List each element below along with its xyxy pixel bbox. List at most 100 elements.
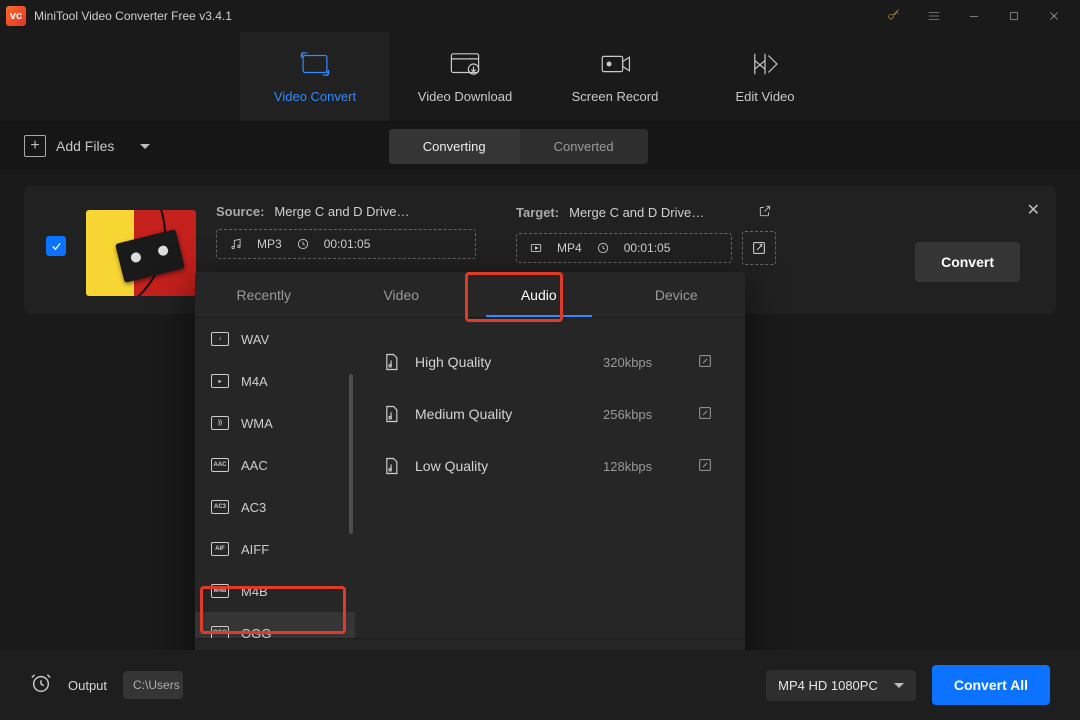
plus-icon: + (24, 135, 46, 157)
tab-label: Screen Record (572, 89, 659, 104)
menu-icon[interactable] (914, 3, 954, 29)
format-name: AIFF (241, 542, 269, 557)
format-item-aac[interactable]: AAC AAC (195, 444, 355, 486)
convert-button[interactable]: Convert (915, 242, 1020, 282)
format-badge-icon: AC3 (211, 500, 229, 514)
target-format: MP4 (557, 241, 582, 255)
quality-name: Low Quality (415, 458, 589, 474)
tab-screen-record[interactable]: Screen Record (540, 32, 690, 121)
close-button[interactable] (1034, 3, 1074, 29)
source-duration: 00:01:05 (324, 237, 371, 251)
convert-all-button[interactable]: Convert All (932, 665, 1050, 705)
popup-tab-device[interactable]: Device (608, 272, 746, 317)
status-segment: Converting Converted (389, 129, 648, 164)
format-badge-icon: )) (211, 416, 229, 430)
format-name: M4A (241, 374, 268, 389)
audio-format-icon (229, 237, 243, 251)
target-filename: Merge C and D Drive… (569, 205, 704, 220)
format-name: AAC (241, 458, 268, 473)
record-icon (598, 49, 632, 79)
output-label: Output (68, 678, 107, 693)
convert-icon (298, 49, 332, 79)
format-badge-icon: AIF (211, 542, 229, 556)
alarm-icon[interactable] (30, 672, 52, 699)
source-label: Source: (216, 204, 264, 219)
format-name: OGG (241, 626, 271, 639)
video-format-icon (529, 241, 543, 255)
music-file-icon (381, 404, 401, 424)
tab-video-convert[interactable]: Video Convert (240, 32, 390, 121)
output-preset-select[interactable]: MP4 HD 1080PC (766, 670, 916, 701)
format-name: M4B (241, 584, 268, 599)
quality-item-high[interactable]: High Quality 320kbps (361, 336, 739, 388)
select-checkbox[interactable] (46, 236, 66, 256)
tab-video-download[interactable]: Video Download (390, 32, 540, 121)
scrollbar-thumb[interactable] (349, 374, 353, 534)
license-key-icon[interactable] (874, 3, 914, 29)
feature-tabs: Video Convert Video Download Screen Reco… (0, 32, 1080, 122)
quality-name: Medium Quality (415, 406, 589, 422)
format-badge-icon: AAC (211, 458, 229, 472)
preset-value: MP4 HD 1080PC (778, 678, 878, 693)
source-target-columns: Source: Merge C and D Drive… MP3 00:01:0… (216, 204, 1034, 265)
music-file-icon (381, 352, 401, 372)
bottom-bar: Output C:\Users MP4 HD 1080PC Convert Al… (0, 650, 1080, 720)
app-window: vc MiniTool Video Converter Free v3.4.1 … (0, 0, 1080, 720)
popup-tab-audio[interactable]: Audio (470, 272, 608, 317)
format-item-ogg[interactable]: OGG OGG (195, 612, 355, 638)
quality-rate: 256kbps (603, 407, 683, 422)
quality-list: High Quality 320kbps Medium Quality 256k… (355, 318, 745, 638)
format-item-m4b[interactable]: M4BM4B (195, 570, 355, 612)
popup-tab-video[interactable]: Video (333, 272, 471, 317)
open-target-icon[interactable] (758, 204, 772, 221)
add-files-label: Add Files (56, 138, 114, 154)
popup-tab-recently[interactable]: Recently (195, 272, 333, 317)
format-item-ac3[interactable]: AC3 AC3 (195, 486, 355, 528)
tab-edit-video[interactable]: Edit Video (690, 32, 840, 121)
add-files-button[interactable]: + Add Files (24, 135, 150, 157)
format-item-aiff[interactable]: AIF AIFF (195, 528, 355, 570)
seg-converted[interactable]: Converted (520, 129, 648, 164)
format-name: WMA (241, 416, 273, 431)
remove-file-button[interactable]: ✕ (1027, 200, 1040, 220)
chevron-down-icon (894, 683, 904, 688)
format-popup: Recently Video Audio Device ♪WAV ▸M4A ))… (195, 272, 745, 692)
format-name: WAV (241, 332, 269, 347)
output-path[interactable]: C:\Users (123, 671, 183, 699)
source-info-box[interactable]: MP3 00:01:05 (216, 229, 476, 259)
format-item-wma[interactable]: )) WMA (195, 402, 355, 444)
edit-quality-icon[interactable] (697, 353, 719, 372)
file-thumbnail (86, 210, 196, 296)
edit-icon (748, 49, 782, 79)
format-item-m4a[interactable]: ▸M4A (195, 360, 355, 402)
tab-label: Edit Video (735, 89, 794, 104)
clock-icon (596, 241, 610, 255)
source-filename: Merge C and D Drive… (274, 204, 409, 219)
app-title: MiniTool Video Converter Free v3.4.1 (34, 9, 232, 23)
source-format: MP3 (257, 237, 282, 251)
title-bar: vc MiniTool Video Converter Free v3.4.1 (0, 0, 1080, 32)
edit-quality-icon[interactable] (697, 457, 719, 476)
quality-name: High Quality (415, 354, 589, 370)
toolbar: + Add Files Converting Converted (0, 122, 1080, 170)
popup-tabs: Recently Video Audio Device (195, 272, 745, 318)
format-name: AC3 (241, 500, 266, 515)
quality-rate: 128kbps (603, 459, 683, 474)
tab-label: Video Download (418, 89, 512, 104)
target-settings-button[interactable] (742, 231, 776, 265)
target-duration: 00:01:05 (624, 241, 671, 255)
edit-quality-icon[interactable] (697, 405, 719, 424)
minimize-button[interactable] (954, 3, 994, 29)
tab-label: Video Convert (274, 89, 356, 104)
target-info-box[interactable]: MP4 00:01:05 (516, 233, 732, 263)
seg-converting[interactable]: Converting (389, 129, 520, 164)
quality-item-low[interactable]: Low Quality 128kbps (361, 440, 739, 492)
quality-item-medium[interactable]: Medium Quality 256kbps (361, 388, 739, 440)
format-badge-icon: OGG (211, 626, 229, 638)
maximize-button[interactable] (994, 3, 1034, 29)
quality-rate: 320kbps (603, 355, 683, 370)
target-column: Target: Merge C and D Drive… MP4 00:01:0… (516, 204, 776, 265)
format-item-wav[interactable]: ♪WAV (195, 318, 355, 360)
target-label: Target: (516, 205, 559, 220)
clock-icon (296, 237, 310, 251)
